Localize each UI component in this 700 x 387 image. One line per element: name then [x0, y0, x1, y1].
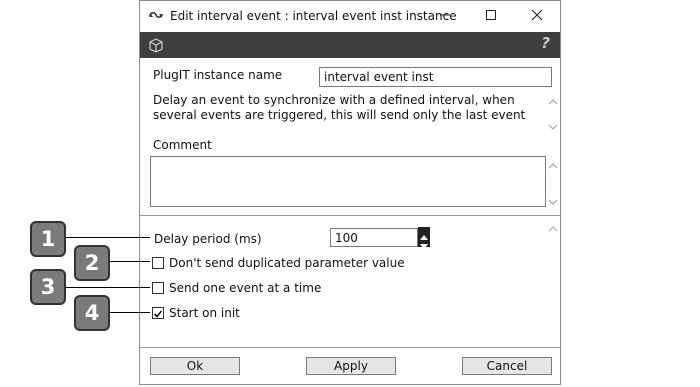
close-icon [531, 9, 543, 24]
delay-period-spinner[interactable] [418, 227, 430, 249]
delay-period-label: Delay period (ms) [154, 232, 262, 246]
one-event-label: Send one event at a time [169, 281, 322, 295]
app-icon [148, 9, 164, 23]
callout-leader-line [110, 312, 150, 313]
callout-leader-line [110, 261, 150, 262]
apply-button[interactable]: Apply [306, 357, 396, 375]
parameters-scrollbar[interactable] [546, 218, 560, 346]
start-on-init-checkbox[interactable] [152, 307, 164, 319]
delay-period-input[interactable] [330, 228, 418, 247]
callout-leader-line [66, 237, 150, 238]
maximize-button[interactable] [468, 1, 514, 32]
cancel-button[interactable]: Cancel [462, 357, 552, 375]
ok-button[interactable]: Ok [150, 357, 240, 375]
minimize-icon [439, 9, 451, 24]
maximize-icon [485, 9, 497, 24]
close-button[interactable] [514, 1, 560, 32]
window-title: Edit interval event : interval event ins… [170, 9, 457, 23]
scroll-down-icon[interactable] [548, 120, 558, 130]
start-on-init-label: Start on init [169, 306, 240, 320]
description-text: Delay an event to synchronize with a def… [153, 93, 526, 122]
scroll-up-icon[interactable] [548, 159, 558, 169]
scroll-up-icon[interactable] [548, 95, 558, 105]
toolbar: ? [140, 32, 560, 58]
callout-leader-line [66, 287, 150, 288]
instance-name-input[interactable] [319, 67, 552, 87]
callout-badge: 3 [30, 269, 66, 305]
scroll-down-icon[interactable] [548, 195, 558, 205]
instance-name-label: PlugIT instance name [153, 68, 283, 82]
callout-badge: 4 [74, 295, 110, 331]
parameters-panel: Delay period (ms) Don't send duplicated … [140, 215, 560, 348]
duplicate-value-label: Don't send duplicated parameter value [169, 256, 405, 270]
comment-label: Comment [153, 138, 212, 152]
one-event-checkbox[interactable] [152, 282, 164, 294]
comment-textarea[interactable] [150, 156, 546, 207]
spin-down-icon[interactable] [420, 239, 428, 253]
checkmark-icon [153, 308, 163, 322]
description-scrollbar[interactable] [546, 93, 560, 131]
cube-icon[interactable] [148, 37, 164, 53]
callout-badge: 1 [30, 221, 66, 257]
duplicate-value-checkbox[interactable] [152, 257, 164, 269]
minimize-button[interactable] [422, 1, 468, 32]
help-icon[interactable]: ? [541, 34, 550, 52]
scroll-up-icon[interactable] [548, 222, 558, 232]
callout-badge: 2 [74, 245, 110, 281]
comment-scrollbar[interactable] [546, 156, 560, 207]
dialog-window: Edit interval event : interval event ins… [139, 0, 561, 385]
title-bar[interactable]: Edit interval event : interval event ins… [140, 1, 560, 32]
